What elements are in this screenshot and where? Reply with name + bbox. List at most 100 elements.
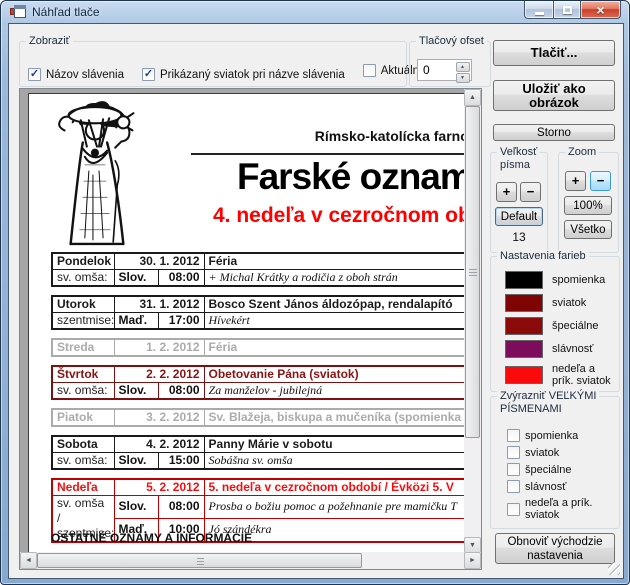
font-size-decrease-button[interactable]: − xyxy=(520,182,541,202)
mass-label-cell: sv. omša: xyxy=(52,270,114,287)
font-size-group-label: Veľkosť písma xyxy=(497,146,540,172)
language-cell: Maď. xyxy=(114,313,158,330)
horizontal-scroll-thumb[interactable] xyxy=(37,553,362,568)
scroll-right-button[interactable]: ► xyxy=(464,552,481,569)
date-cell: 2. 2. 2012 xyxy=(114,366,204,383)
highlight-label: nedeľa a prík. sviatok xyxy=(525,497,597,521)
offset-group: Tlačový ofset 0 ▲ ▼ xyxy=(409,41,491,87)
intention-cell: Prosba o božiu pomoc a požehnanie pre ma… xyxy=(204,496,464,519)
celebration-title-cell: Sv. Blažeja, biskupa a mučeníka (spomien… xyxy=(204,409,464,426)
cancel-button[interactable]: Storno xyxy=(493,124,615,141)
show-group-label: Zobraziť xyxy=(26,35,73,48)
zoom-in-button[interactable]: + xyxy=(565,171,586,191)
intention-cell: Sobášna sv. omša xyxy=(204,453,464,470)
print-offset-value: 0 xyxy=(423,63,430,77)
print-button[interactable]: Tlačiť... xyxy=(493,40,615,66)
show-option-label: Prikázaný sviatok pri názve slávenia xyxy=(160,69,345,81)
language-cell: Slov. xyxy=(114,496,158,519)
highlight-checkbox[interactable] xyxy=(507,429,520,442)
parish-header: Rímsko-katolícka farnosť xyxy=(189,128,464,144)
date-cell: 31. 1. 2012 xyxy=(114,296,204,313)
highlight-checkbox[interactable] xyxy=(507,463,520,476)
intention-cell: Hívekért xyxy=(204,313,464,330)
time-cell: 08:00 xyxy=(158,496,204,519)
restore-defaults-button[interactable]: Obnoviť východzie nastavenia xyxy=(495,533,615,564)
maximize-icon xyxy=(563,6,572,14)
highlight-label: sviatok xyxy=(525,447,597,459)
document-subtitle: 4. nedeľa v cezročnom ob xyxy=(213,204,464,228)
highlight-options-list: spomienka sviatok špeciálne slávnosť nedeľa … xyxy=(507,429,597,521)
zoom-100-button[interactable]: 100% xyxy=(564,196,612,215)
highlight-option[interactable]: špeciálne xyxy=(507,463,597,476)
color-settings-list: spomienkasviatokšpeciálneslávnosťnedeľa … xyxy=(505,271,618,387)
color-swatch[interactable] xyxy=(505,366,543,384)
day-cell: Streda xyxy=(52,339,114,356)
show-option-checkbox[interactable] xyxy=(363,64,376,77)
time-cell: 08:00 xyxy=(158,270,204,287)
highlight-checkbox[interactable] xyxy=(507,503,520,516)
day-block: Štvrtok2. 2. 2012Obetovanie Pána (sviato… xyxy=(51,365,464,400)
celebration-title-cell: Féria xyxy=(204,253,464,270)
color-label: slávnosť xyxy=(552,343,618,355)
highlight-label: špeciálne xyxy=(525,464,597,476)
horizontal-scrollbar[interactable]: ◄ ► xyxy=(20,552,481,569)
close-icon: × xyxy=(596,3,604,17)
vertical-scroll-thumb[interactable] xyxy=(465,106,480,438)
spinner-down-icon[interactable]: ▼ xyxy=(456,73,470,83)
spinner-buttons: ▲ ▼ xyxy=(455,61,470,79)
offset-group-label: Tlačový ofset xyxy=(416,35,487,48)
font-size-value: 13 xyxy=(491,230,547,244)
time-cell: 17:00 xyxy=(158,313,204,330)
zoom-out-button[interactable]: − xyxy=(590,171,611,191)
day-block: Streda1. 2. 2012Féria xyxy=(51,338,464,357)
highlight-label: slávnosť xyxy=(525,481,597,493)
color-swatch[interactable] xyxy=(505,340,543,358)
print-offset-input[interactable]: 0 ▲ ▼ xyxy=(417,59,472,81)
day-cell: Piatok xyxy=(52,409,114,426)
color-label: špeciálne xyxy=(552,320,618,332)
scroll-left-button[interactable]: ◄ xyxy=(20,552,37,569)
highlight-option[interactable]: slávnosť xyxy=(507,480,597,493)
app-icon xyxy=(10,5,26,21)
color-swatch[interactable] xyxy=(505,271,543,289)
maximize-button[interactable] xyxy=(553,1,581,19)
save-as-image-button[interactable]: Uložiť ako obrázok xyxy=(493,80,615,111)
color-settings-label: Nastavenia farieb xyxy=(497,250,589,263)
highlight-option[interactable]: spomienka xyxy=(507,429,597,442)
show-option[interactable]: ✓Názov slávenia xyxy=(28,68,124,81)
highlight-checkbox[interactable] xyxy=(507,480,520,493)
color-label: spomienka xyxy=(552,274,618,286)
print-preview-window: Náhľad tlače × Zobraziť ✓Názov slávenia✓… xyxy=(0,0,630,585)
highlight-group-label: Zvýrazniť VEĽKÝMI PÍSMENAMI xyxy=(497,390,599,416)
scroll-up-button[interactable]: ▲ xyxy=(464,89,481,106)
show-option-checkbox[interactable]: ✓ xyxy=(142,68,155,81)
mass-label-cell: szentmise: xyxy=(52,313,114,330)
font-size-default-button[interactable]: Default xyxy=(495,207,543,226)
highlight-label: spomienka xyxy=(525,430,597,442)
good-shepherd-image xyxy=(41,100,155,248)
mass-label-cell: sv. omša: xyxy=(52,453,114,470)
show-option-checkbox[interactable]: ✓ xyxy=(28,68,41,81)
day-cell: Nedeľa xyxy=(52,479,114,496)
thumb-grip-icon xyxy=(197,558,204,566)
close-button[interactable]: × xyxy=(581,1,621,19)
color-swatch[interactable] xyxy=(505,294,543,312)
color-setting-row: slávnosť xyxy=(505,340,618,358)
highlight-option[interactable]: nedeľa a prík. sviatok xyxy=(507,497,597,521)
document-title: Farské oznam xyxy=(237,156,464,198)
zoom-all-button[interactable]: Všetko xyxy=(564,220,612,239)
color-swatch[interactable] xyxy=(505,317,543,335)
highlight-option[interactable]: sviatok xyxy=(507,446,597,459)
vertical-scrollbar[interactable]: ▲ ▼ xyxy=(464,89,481,554)
zoom-group: Zoom + − 100% Všetko xyxy=(558,152,619,253)
scroll-left-icon: ◄ xyxy=(21,553,36,568)
document-footer: OSTATNÉ OZNAMY A INFORMÁCIE xyxy=(51,531,252,545)
day-cell: Sobota xyxy=(52,436,114,453)
resize-grip[interactable] xyxy=(608,563,620,575)
highlight-checkbox[interactable] xyxy=(507,446,520,459)
font-size-increase-button[interactable]: + xyxy=(496,182,517,202)
spinner-up-icon[interactable]: ▲ xyxy=(456,62,470,72)
titlebar[interactable]: Náhľad tlače × xyxy=(1,1,629,24)
show-option[interactable]: ✓ Prikázaný sviatok pri názve slávenia xyxy=(142,68,345,81)
minimize-button[interactable] xyxy=(524,1,553,19)
